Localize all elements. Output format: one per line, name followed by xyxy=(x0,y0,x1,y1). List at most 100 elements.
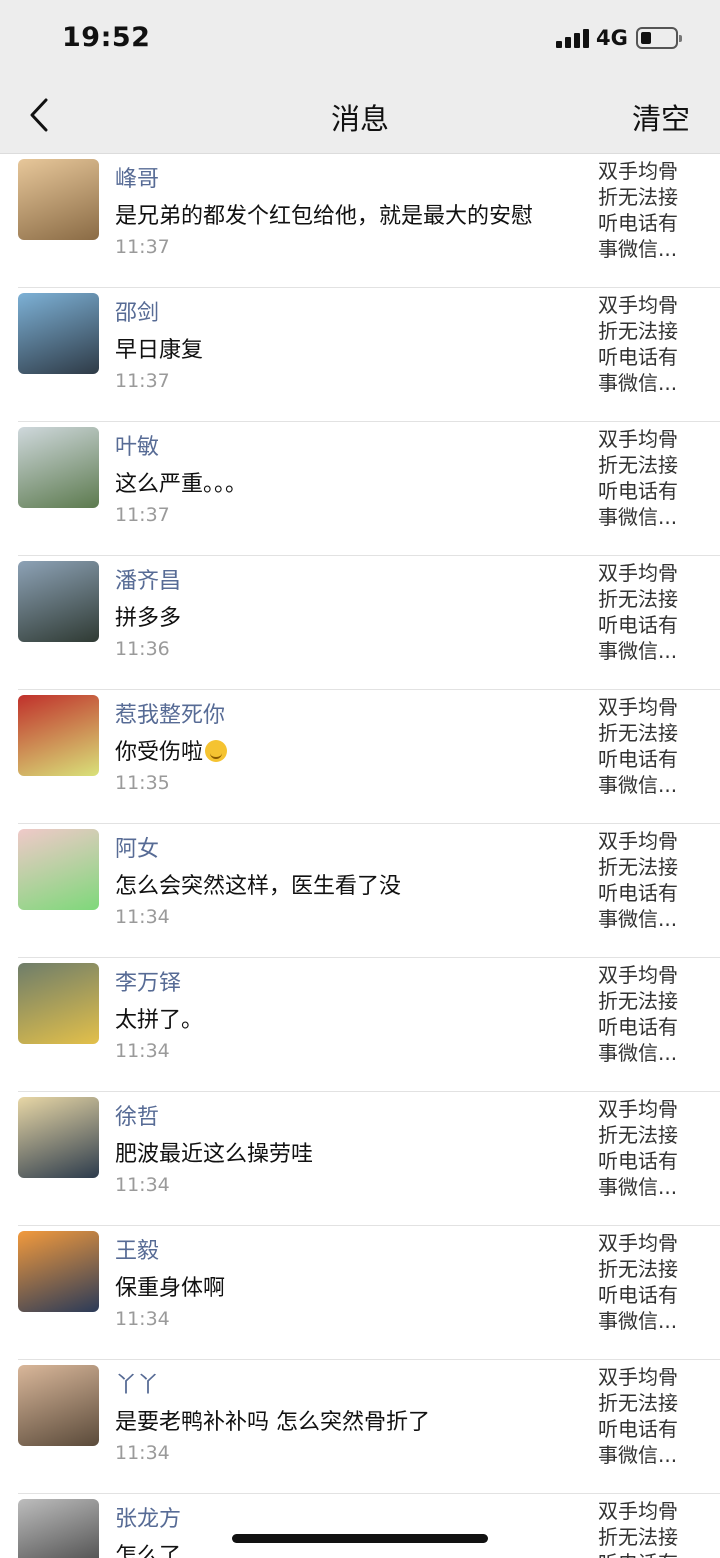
message-text: 你受伤啦 xyxy=(115,734,228,766)
preview-line: 折无法接 xyxy=(598,587,678,611)
message-text-content: 是要老鸭补补吗 怎么突然骨折了 xyxy=(115,1410,430,1435)
preview-line: 听电话有 xyxy=(598,1550,694,1558)
sender-name[interactable]: 王毅 xyxy=(115,1233,159,1265)
signal-icon xyxy=(556,28,590,48)
avatar[interactable] xyxy=(18,561,99,642)
message-text-content: 拼多多 xyxy=(115,606,182,631)
home-indicator[interactable] xyxy=(232,1534,488,1543)
list-item[interactable]: 惹我整死你 你受伤啦 11:35 双手均骨 折无法接 听电话有 事微信... xyxy=(0,690,720,824)
avatar[interactable] xyxy=(18,293,99,374)
preview-line: 听电话有 xyxy=(598,747,678,771)
sender-name[interactable]: 张龙方 xyxy=(115,1501,181,1533)
avatar[interactable] xyxy=(18,829,99,910)
preview-line: 听电话有 xyxy=(598,1417,678,1441)
list-item[interactable]: 峰哥是兄弟的都发个红包给他，就是最大的安慰 11:37 双手均骨 折无法接 听电话有 事微… xyxy=(0,154,720,288)
avatar[interactable] xyxy=(18,963,99,1044)
clear-button[interactable]: 清空 xyxy=(632,96,690,138)
sender-name[interactable]: 阿女 xyxy=(115,831,159,863)
message-text: 保重身体啊 xyxy=(115,1270,225,1302)
preview-line: 双手均骨 xyxy=(598,159,678,183)
preview-line: 折无法接 xyxy=(598,1257,678,1281)
avatar[interactable] xyxy=(18,1499,99,1558)
message-text: 早日康复 xyxy=(115,332,203,364)
timestamp: 11:37 xyxy=(115,236,170,258)
preview-line: 听电话有 xyxy=(598,881,678,905)
avatar[interactable] xyxy=(18,427,99,508)
preview-line: 双手均骨 xyxy=(598,1231,678,1255)
message-text: 怎么了 xyxy=(115,1538,181,1558)
message-text: 拼多多 xyxy=(115,600,181,632)
sender-name[interactable]: 丫丫 xyxy=(115,1367,159,1399)
avatar[interactable] xyxy=(18,695,99,776)
sender-name[interactable]: 叶敏 xyxy=(115,429,159,461)
timestamp: 11:34 xyxy=(115,1174,170,1196)
original-post-preview[interactable]: 双手均骨折无法接听电话有事微信... xyxy=(598,292,694,396)
message-text: 是要老鸭补补吗 怎么突然骨折了 xyxy=(115,1404,430,1436)
preview-line: 双手均骨 xyxy=(598,1097,678,1121)
sender-name[interactable]: 徐哲 xyxy=(115,1099,159,1131)
message-text-content: 肥波最近这么操劳哇 xyxy=(115,1142,314,1167)
list-item[interactable]: 潘齐昌拼多多 11:36 双手均骨 折无法接 听电话有 事微信... xyxy=(0,556,720,690)
preview-line: 折无法接 xyxy=(598,185,678,209)
avatar[interactable] xyxy=(18,1365,99,1446)
avatar[interactable] xyxy=(18,159,99,240)
timestamp: 11:36 xyxy=(115,638,170,660)
preview-line: 折无法接 xyxy=(598,721,678,745)
preview-line: 双手均骨 xyxy=(598,427,678,451)
original-post-preview[interactable]: 双手均骨折无法接听电话有事微信... xyxy=(598,426,694,530)
preview-line: 事微信... xyxy=(598,371,678,395)
message-text-content: 你受伤啦 xyxy=(115,740,204,765)
sender-name[interactable]: 峰哥 xyxy=(115,161,159,193)
page-title: 消息 xyxy=(330,102,389,136)
preview-line: 双手均骨 xyxy=(598,963,678,987)
timestamp: 11:37 xyxy=(115,504,170,526)
list-item[interactable]: 王毅 保重身体啊 11:34 双手均骨 折无法接 听电话有 事微信... xyxy=(0,1226,720,1360)
message-text: 这么严重。。。 xyxy=(115,466,247,498)
original-post-preview[interactable]: 双手均骨折无法接听电话有事微信... xyxy=(598,1498,694,1558)
preview-line: 双手均骨 xyxy=(598,695,678,719)
timestamp: 11:34 xyxy=(115,1442,170,1464)
preview-line: 双手均骨 xyxy=(598,561,678,585)
preview-line: 事微信... xyxy=(598,237,678,261)
original-post-preview[interactable]: 双手均骨折无法接听电话有事微信... xyxy=(598,694,694,798)
message-list: 峰哥 是兄弟的都发个红包给他，就是最大的安慰 11:37 双手均骨 折无法接 听电话有 事微… xyxy=(0,154,720,1558)
message-text: 怎么会突然这样，医生看了没 xyxy=(115,868,401,900)
preview-line: 事微信... xyxy=(598,639,678,663)
list-item[interactable]: 李万铎 太拼了。 11:34 双手均骨 折无法接 听电话有 事微信... xyxy=(0,958,720,1092)
top-bar: 19:52 4G 消息 清空 xyxy=(0,0,720,154)
list-item[interactable]: 张龙方怎么了 双手均骨折无法接听电话有事微信... xyxy=(0,1494,720,1558)
preview-line: 双手均骨 xyxy=(598,1499,678,1523)
message-text-content: 是兄弟的都发个红包给他，就是最大的安慰 xyxy=(115,204,534,229)
original-post-preview[interactable]: 双手均骨折无法接听电话有事微信... xyxy=(598,560,694,664)
preview-line: 双手均骨 xyxy=(598,293,678,317)
sender-name[interactable]: 邵剑 xyxy=(115,295,159,327)
sender-name[interactable]: 惹我整死你 xyxy=(115,697,225,729)
sender-name[interactable]: 潘齐昌 xyxy=(115,563,181,595)
status-time: 19:52 xyxy=(62,22,151,53)
list-item[interactable]: 丫丫是要老鸭补补吗 怎么突然骨折了 11:34 双手均骨 折无法接 听电话有 事微信... xyxy=(0,1360,720,1494)
original-post-preview[interactable]: 双手均骨折无法接听电话有事微信... xyxy=(598,828,694,932)
avatar[interactable] xyxy=(18,1231,99,1312)
original-post-preview[interactable]: 双手均骨折无法接听电话有事微信... xyxy=(598,1096,694,1200)
preview-line: 折无法接 xyxy=(598,1391,678,1415)
list-item[interactable]: 徐哲肥波最近这么操劳哇 11:34 双手均骨 折无法接 听电话有 事微信... xyxy=(0,1092,720,1226)
preview-line: 听电话有 xyxy=(598,345,678,369)
sender-name[interactable]: 李万铎 xyxy=(115,965,181,997)
message-text: 是兄弟的都发个红包给他，就是最大的安慰 xyxy=(115,198,533,230)
preview-line: 听电话有 xyxy=(598,1149,678,1173)
preview-line: 事微信... xyxy=(598,1443,678,1467)
network-type: 4G xyxy=(596,26,628,50)
preview-line: 听电话有 xyxy=(598,479,678,503)
original-post-preview[interactable]: 双手均骨折无法接听电话有事微信... xyxy=(598,1364,694,1468)
original-post-preview[interactable]: 双手均骨折无法接听电话有事微信... xyxy=(598,1230,694,1334)
preview-line: 折无法接 xyxy=(598,319,678,343)
message-text: 太拼了。 xyxy=(115,1002,203,1034)
original-post-preview[interactable]: 双手均骨折无法接听电话有事微信... xyxy=(598,158,694,262)
list-item[interactable]: 阿女 怎么会突然这样，医生看了没 11:34 双手均骨 折无法接 听电话有 事微信... xyxy=(0,824,720,958)
original-post-preview[interactable]: 双手均骨折无法接听电话有事微信... xyxy=(598,962,694,1066)
avatar[interactable] xyxy=(18,1097,99,1178)
preview-line: 折无法接 xyxy=(598,1123,678,1147)
list-item[interactable]: 叶敏这么严重。。。 11:37 双手均骨 折无法接 听电话有 事微信... xyxy=(0,422,720,556)
list-item[interactable]: 邵剑 早日康复 11:37 双手均骨 折无法接 听电话有 事微信... xyxy=(0,288,720,422)
preview-line: 听电话有 xyxy=(598,211,678,235)
